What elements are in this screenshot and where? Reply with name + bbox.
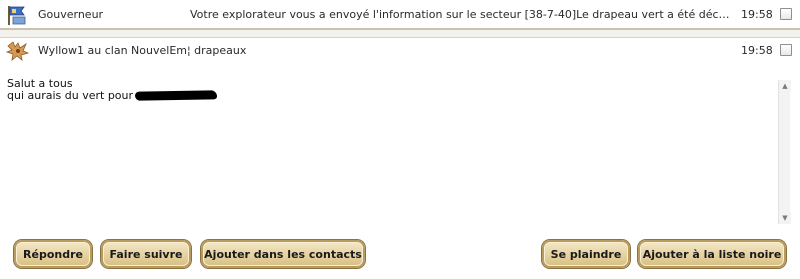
message-sender: Gouverneur bbox=[38, 8, 104, 21]
dragon-avatar-icon bbox=[5, 40, 30, 62]
redaction-mark bbox=[134, 90, 218, 101]
message-row-open[interactable]: Wyllow1 au clan NouvelEm¦ drapeaux 19:58 bbox=[0, 38, 800, 64]
select-checkbox[interactable] bbox=[780, 8, 792, 20]
blacklist-button[interactable]: Ajouter à la liste noire bbox=[638, 240, 786, 268]
select-checkbox[interactable] bbox=[780, 44, 792, 56]
list-separator bbox=[0, 30, 800, 38]
scroll-up-arrow-icon[interactable]: ▲ bbox=[779, 80, 791, 92]
forward-button[interactable]: Faire suivre bbox=[101, 240, 191, 268]
governor-flag-icon bbox=[6, 4, 28, 26]
message-line: qui aurais du vert pour bbox=[7, 89, 134, 102]
reply-button[interactable]: Répondre bbox=[14, 240, 92, 268]
scroll-down-arrow-icon[interactable]: ▼ bbox=[779, 212, 791, 224]
message-time: 19:58 bbox=[741, 44, 773, 57]
message-body: Salut a tous qui aurais du vert pour bbox=[0, 70, 778, 228]
message-scrollbar[interactable]: ▲ ▼ bbox=[778, 80, 791, 224]
add-contacts-button[interactable]: Ajouter dans les contacts bbox=[201, 240, 365, 268]
message-sender: Wyllow1 au clan NouvelEm¦ drapeaux bbox=[38, 44, 247, 57]
message-time: 19:58 bbox=[741, 8, 773, 21]
complain-button[interactable]: Se plaindre bbox=[542, 240, 630, 268]
message-row-governor[interactable]: Gouverneur Votre explorateur vous a envo… bbox=[0, 0, 800, 30]
message-text: Salut a tous qui aurais du vert pour bbox=[7, 78, 218, 102]
message-subject[interactable]: Votre explorateur vous a envoyé l'inform… bbox=[190, 8, 730, 21]
